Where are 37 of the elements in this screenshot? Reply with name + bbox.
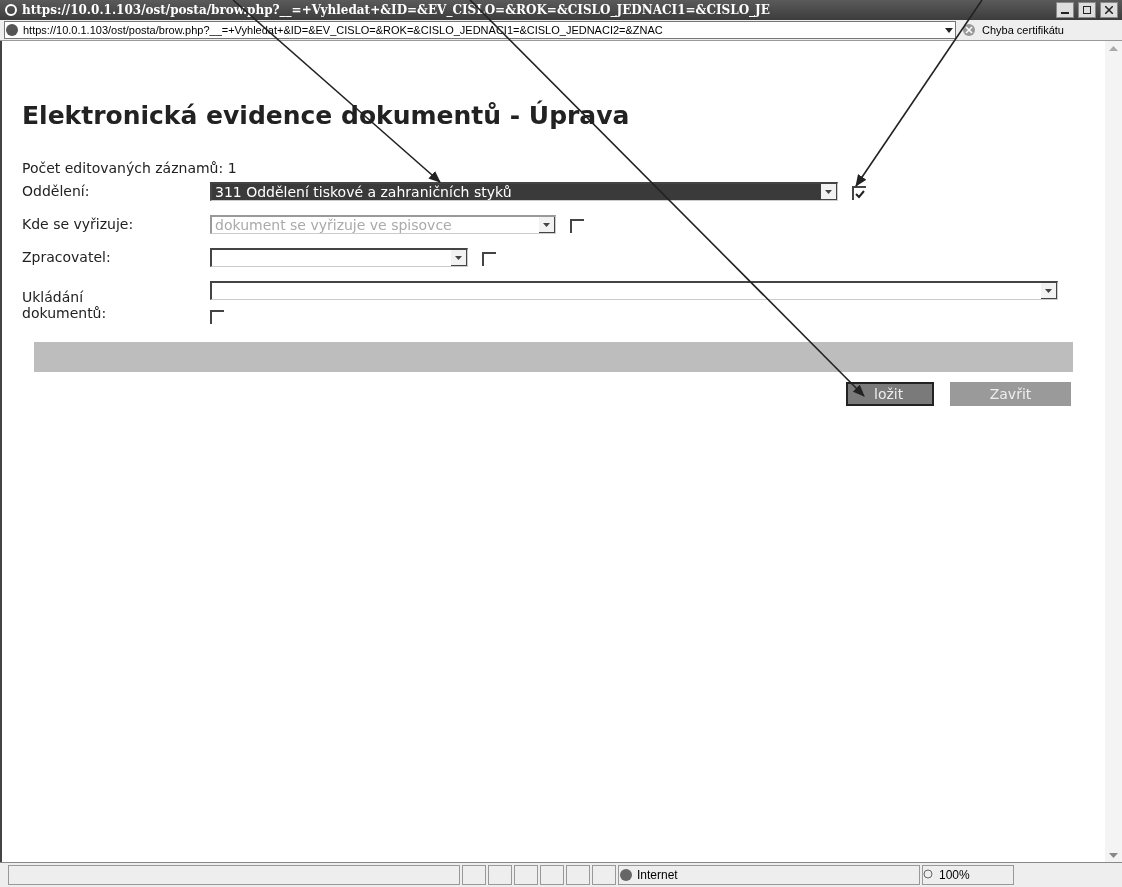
select-field[interactable]: [210, 248, 468, 267]
dropdown-icon: [1045, 288, 1052, 293]
window-title: https://10.0.1.103/ost/posta/brow.php?__=+Vyhledat+&ID=&EV_CISLO=&ROK=&CISLO_JEDNACI1=&CISLO_JE: [22, 3, 771, 17]
field-label: Zpracovatel:: [22, 248, 112, 267]
zone-label: Internet: [637, 868, 678, 882]
checkbox[interactable]: [852, 186, 866, 200]
status-pane: [488, 865, 512, 885]
warning-icon: [962, 23, 976, 37]
status-pane: [462, 865, 486, 885]
minimize-button[interactable]: [1056, 2, 1074, 18]
dropdown-icon: [825, 189, 832, 194]
page-icon: [5, 23, 19, 37]
select-field[interactable]: 311 Oddělení tiskové a zahraničních styků: [210, 182, 838, 201]
maximize-button[interactable]: [1078, 2, 1096, 18]
record-count: Počet editovaných záznamů: 1: [22, 160, 238, 178]
field-label: Ukládání dokumentů:: [22, 289, 108, 321]
status-pane: [514, 865, 538, 885]
close-button[interactable]: [1100, 2, 1118, 18]
status-pane: [592, 865, 616, 885]
close-icon: [1105, 6, 1113, 14]
globe-icon: [619, 868, 633, 882]
dropdown-icon: [455, 255, 462, 260]
maximize-icon: [1083, 6, 1091, 14]
scrollbar[interactable]: [1105, 41, 1122, 862]
checkbox[interactable]: [210, 310, 224, 324]
certificate-error[interactable]: Chyba certifikátu: [982, 24, 1064, 36]
status-pane: [540, 865, 564, 885]
zoom-control[interactable]: 100%: [922, 865, 1014, 885]
browser-icon: [4, 3, 18, 17]
checkbox[interactable]: [482, 252, 496, 266]
status-pane: [566, 865, 590, 885]
select-field[interactable]: [210, 281, 1058, 300]
save-button[interactable]: ložit: [846, 382, 934, 406]
dropdown-icon: [543, 222, 550, 227]
field-label: Oddělení:: [22, 182, 91, 201]
field-label: Kde se vyřizuje:: [22, 215, 135, 234]
magnifier-icon: [923, 869, 935, 881]
